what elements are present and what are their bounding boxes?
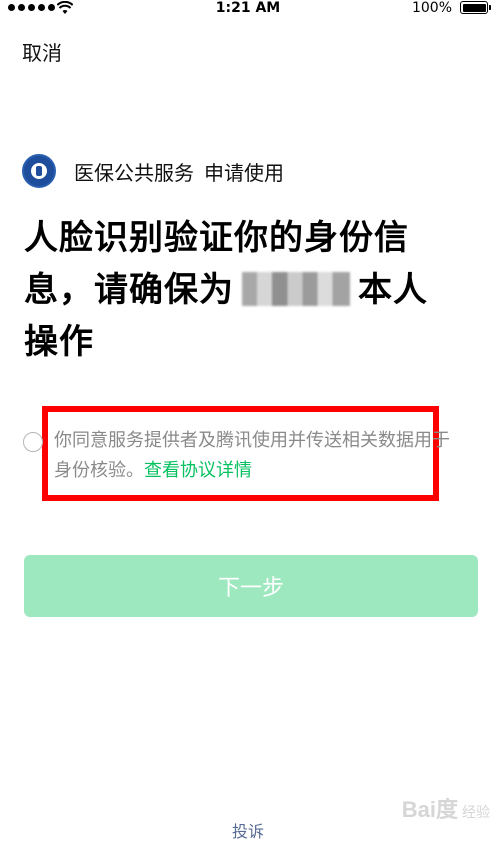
next-step-button[interactable]: 下一步 <box>24 555 478 617</box>
battery-percent: 100% <box>411 0 452 16</box>
app-name: 医保公共服务 <box>74 160 194 185</box>
masked-name <box>242 272 350 306</box>
medical-insurance-logo-icon <box>22 154 56 188</box>
page-title: 人脸识别验证你的身份信息，请确保为 本人操作 <box>24 212 444 368</box>
headline-part1: 人脸识别验证你的身份信息，请确保为 <box>24 218 409 310</box>
battery-icon <box>460 1 491 14</box>
baidu-watermark-logo: Bai度 经验 <box>401 797 490 822</box>
consent-checkbox[interactable] <box>23 432 43 452</box>
cancel-button[interactable]: 取消 <box>22 37 62 66</box>
app-info: 医保公共服务 申请使用 <box>22 154 284 188</box>
consent-text: 你同意服务提供者及腾讯使用并传送相关数据用于身份核验。查看协议详情 <box>54 426 464 486</box>
agreement-details-link[interactable]: 查看协议详情 <box>144 460 252 481</box>
status-bar: 1:21 AM 100% <box>0 0 496 18</box>
app-request-text: 申请使用 <box>204 160 284 185</box>
consent-statement: 你同意服务提供者及腾讯使用并传送相关数据用于身份核验。 <box>54 430 450 481</box>
complaint-link[interactable]: 投诉 <box>232 818 264 842</box>
battery-fill <box>462 3 486 12</box>
